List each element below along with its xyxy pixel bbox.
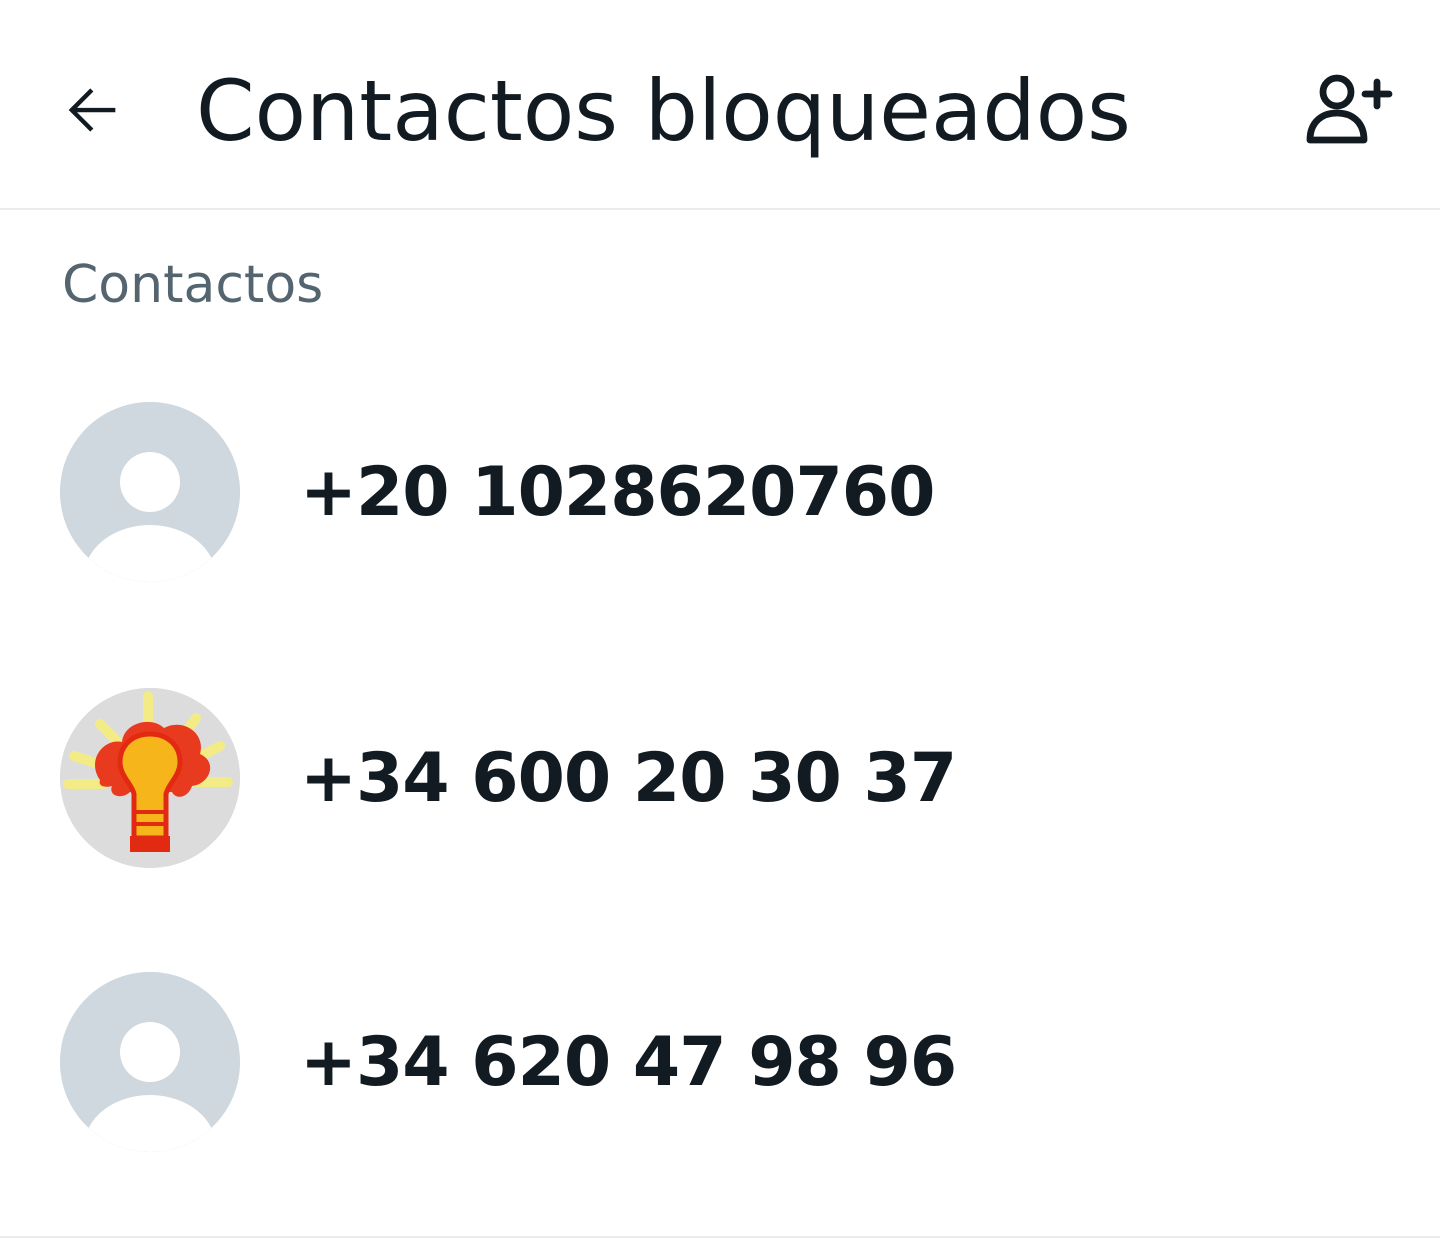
- default-avatar-icon: [60, 972, 240, 1152]
- blocked-contacts-screen: Contactos bloqueados Contactos +20 10286…: [0, 0, 1440, 1254]
- add-blocked-contact-button[interactable]: [1294, 60, 1404, 160]
- person-add-icon: [1306, 74, 1393, 144]
- default-avatar-icon: [60, 402, 240, 582]
- contact-row[interactable]: +34 620 47 98 96: [0, 937, 1440, 1187]
- contact-row[interactable]: +34 600 20 30 37: [0, 653, 1440, 903]
- contact-name: +34 620 47 98 96: [300, 1023, 957, 1102]
- contact-row[interactable]: +20 1028620760: [0, 367, 1440, 617]
- arrow-left-icon: [68, 88, 116, 132]
- divider: [0, 1236, 1440, 1238]
- top-app-bar: Contactos bloqueados: [0, 0, 1440, 210]
- contact-name: +20 1028620760: [300, 453, 935, 532]
- contact-name: +34 600 20 30 37: [300, 739, 957, 818]
- back-button[interactable]: [44, 62, 140, 158]
- page-title: Contactos bloqueados: [196, 62, 1131, 160]
- lightbulb-avatar: [60, 688, 240, 868]
- section-header-contacts: Contactos: [62, 255, 324, 315]
